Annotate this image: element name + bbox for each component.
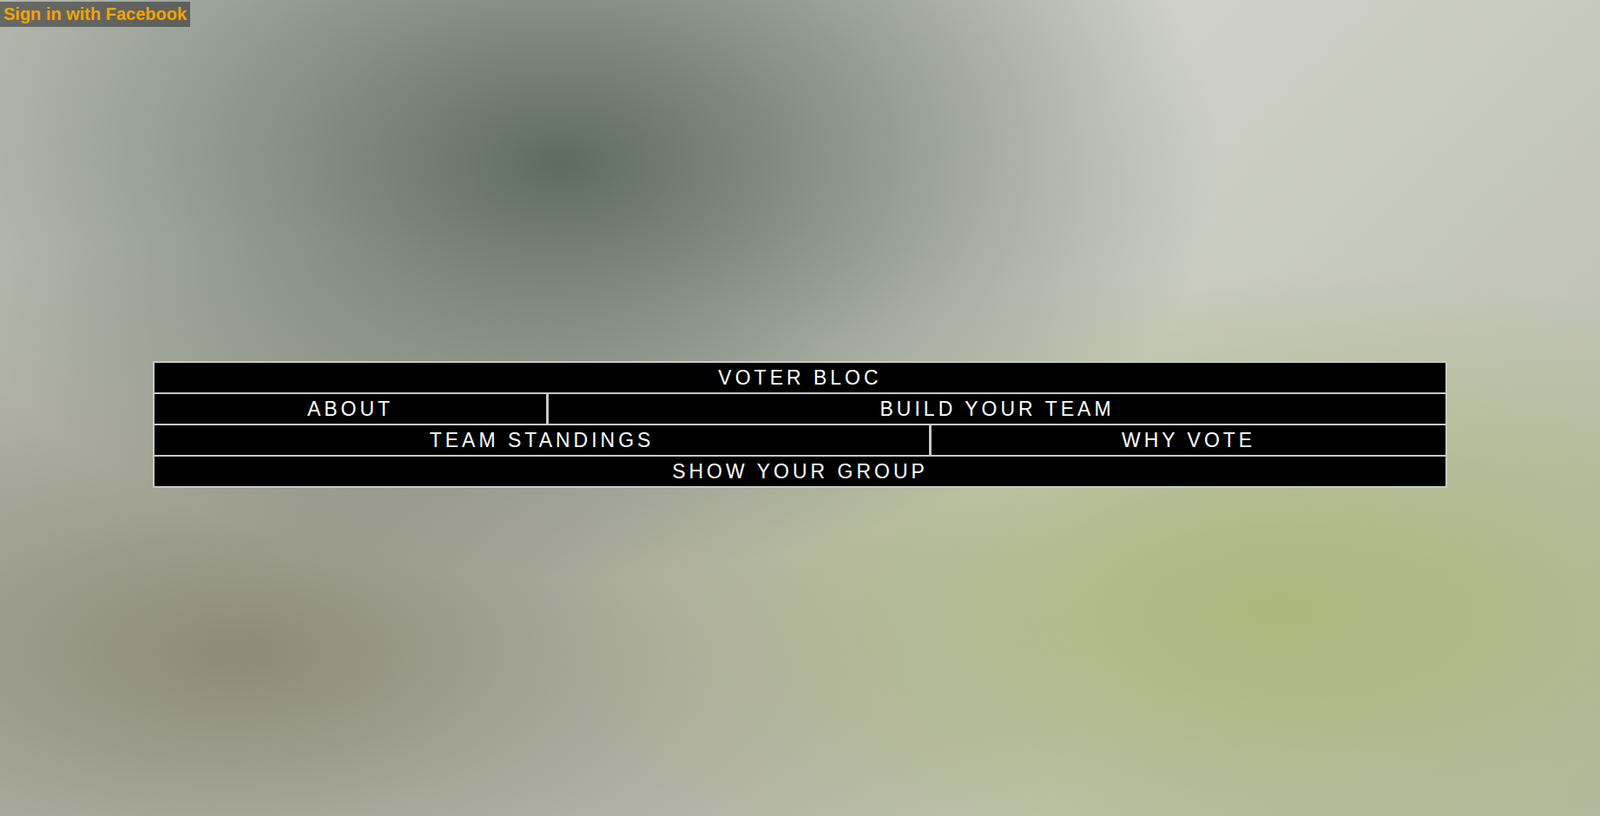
nav-menu: VOTER BLOCABOUTBUILD YOUR TEAMTEAM STAND… [152, 361, 1448, 488]
nav-row: VOTER BLOC [154, 362, 1446, 393]
background-picture: Sign in with Facebook VOTER BLOCABOUTBUIL… [0, 0, 1600, 816]
nav-row: SHOW YOUR GROUP [154, 456, 1446, 487]
nav-item[interactable]: BUILD YOUR TEAM [548, 394, 1446, 424]
site-title[interactable]: VOTER BLOC [154, 362, 1446, 393]
nav-item[interactable]: TEAM STANDINGS [154, 425, 929, 455]
nav-item[interactable]: SHOW YOUR GROUP [154, 456, 1446, 487]
facebook-sign-in-link[interactable]: Sign in with Facebook [0, 1, 191, 27]
nav-item[interactable]: ABOUT [154, 394, 547, 424]
nav-row: ABOUTBUILD YOUR TEAM [154, 394, 1446, 424]
nav-row: TEAM STANDINGSWHY VOTE [154, 425, 1446, 455]
nav-item[interactable]: WHY VOTE [931, 425, 1446, 455]
